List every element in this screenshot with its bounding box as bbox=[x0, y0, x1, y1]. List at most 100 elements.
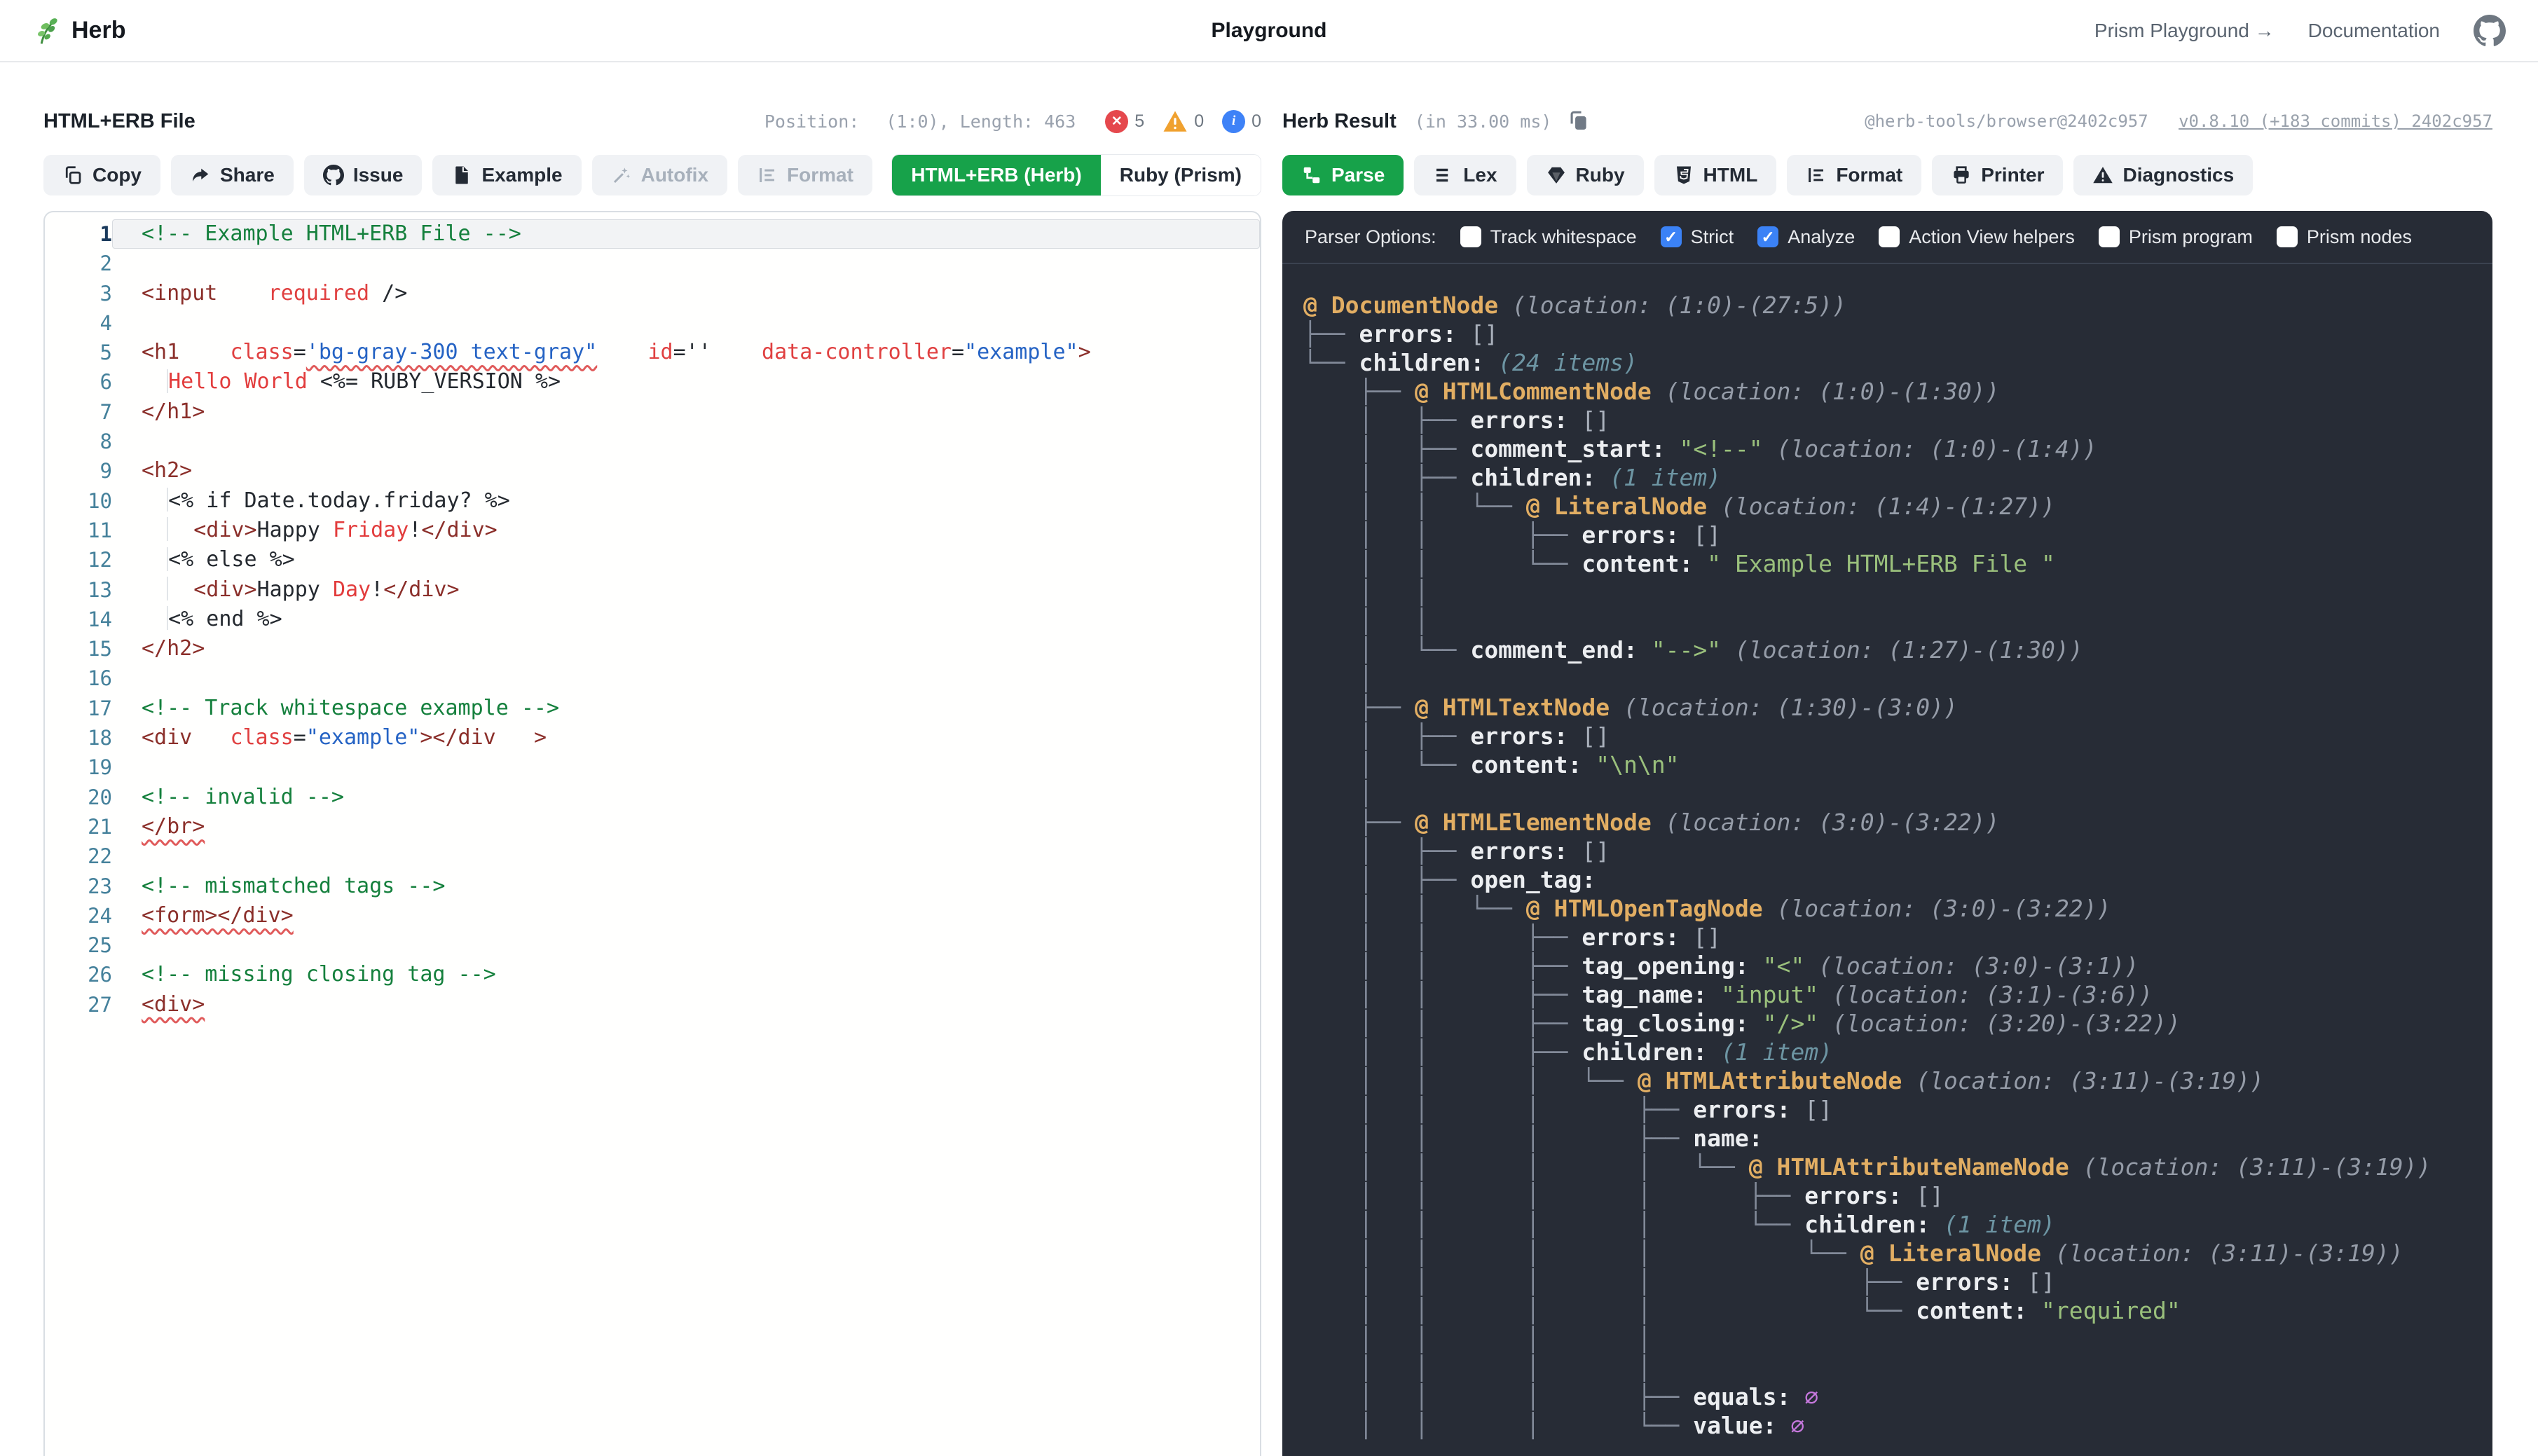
checkbox-icon[interactable] bbox=[2277, 226, 2298, 247]
tree-line: ├── @ HTMLTextNode (location: (1:30)-(3:… bbox=[1303, 693, 2492, 722]
copy-result-icon[interactable] bbox=[1567, 109, 1591, 133]
parse-button[interactable]: Parse bbox=[1282, 155, 1404, 195]
option-analyze[interactable]: Analyze bbox=[1757, 226, 1855, 248]
version-link[interactable]: v0.8.10 (+183 commits) 2402c957 bbox=[2179, 111, 2492, 131]
autofix-button[interactable]: Autofix bbox=[592, 155, 727, 195]
option-label: Strict bbox=[1691, 226, 1734, 248]
format-icon bbox=[1806, 165, 1827, 186]
info-count: 0 bbox=[1251, 111, 1261, 132]
tree-line: │ │ │ └── value: ∅ bbox=[1303, 1411, 2492, 1440]
format-button-label: Format bbox=[787, 164, 853, 186]
tree-line: │ │ ├── tag_opening: "<" (location: (3:0… bbox=[1303, 952, 2492, 980]
checkbox-icon[interactable] bbox=[1757, 226, 1778, 247]
code-line bbox=[112, 753, 1260, 782]
info-icon: i bbox=[1222, 110, 1245, 133]
lex-button[interactable]: Lex bbox=[1414, 155, 1516, 195]
tree-line: │ ├── errors: [] bbox=[1303, 837, 2492, 865]
tree-line: ├── errors: [] bbox=[1303, 320, 2492, 348]
option-label: Prism nodes bbox=[2307, 226, 2412, 248]
error-icon: ✕ bbox=[1105, 110, 1128, 133]
tree-line: ├── @ HTMLElementNode (location: (3:0)-(… bbox=[1303, 808, 2492, 837]
tree-line: │ │ │ │ └── children: (1 item) bbox=[1303, 1210, 2492, 1239]
code-line: <div>Happy Day!</div> bbox=[112, 575, 1260, 605]
github-icon bbox=[323, 165, 344, 186]
issue-button-label: Issue bbox=[353, 164, 404, 186]
html5-icon bbox=[1673, 165, 1694, 186]
tree-line: │ ├── errors: [] bbox=[1303, 722, 2492, 750]
parse-tree-icon bbox=[1301, 165, 1322, 186]
result-format-button[interactable]: Format bbox=[1787, 155, 1921, 195]
code-line: <!-- mismatched tags --> bbox=[112, 872, 1260, 901]
editor-code[interactable]: <!-- Example HTML+ERB File --> <input re… bbox=[112, 219, 1260, 1019]
code-editor[interactable]: 1234567891011121314151617181920212223242… bbox=[43, 211, 1261, 1456]
code-line: <!-- invalid --> bbox=[112, 783, 1260, 812]
checkbox-icon[interactable] bbox=[1460, 226, 1481, 247]
printer-icon bbox=[1951, 165, 1972, 186]
gem-icon bbox=[1546, 165, 1567, 186]
list-icon bbox=[1433, 165, 1454, 186]
ruby-button-label: Ruby bbox=[1576, 164, 1625, 186]
checkbox-icon[interactable] bbox=[1879, 226, 1900, 247]
code-line: <h1 class='bg-gray-300 text-gray" id='' … bbox=[112, 338, 1260, 367]
tab-ruby-prism[interactable]: Ruby (Prism) bbox=[1101, 155, 1261, 195]
diagnostics-button[interactable]: Diagnostics bbox=[2073, 155, 2253, 195]
ruby-button[interactable]: Ruby bbox=[1527, 155, 1644, 195]
editor-body: 1234567891011121314151617181920212223242… bbox=[45, 219, 1260, 1019]
position-value: (1:0), Length: 463 bbox=[886, 111, 1076, 132]
warning-icon bbox=[2092, 165, 2113, 186]
copy-button[interactable]: Copy bbox=[43, 155, 160, 195]
code-line: <!-- missing closing tag --> bbox=[112, 960, 1260, 989]
error-badge: ✕ 5 bbox=[1105, 110, 1144, 133]
tree-line: │ │ │ │ └── content: "required" bbox=[1303, 1296, 2492, 1325]
format-button[interactable]: Format bbox=[738, 155, 872, 195]
code-line bbox=[112, 308, 1260, 338]
checkbox-icon[interactable] bbox=[1661, 226, 1682, 247]
option-prism-program[interactable]: Prism program bbox=[2099, 226, 2253, 248]
github-icon[interactable] bbox=[2474, 15, 2506, 47]
code-line bbox=[112, 664, 1260, 693]
nav-documentation[interactable]: Documentation bbox=[2308, 20, 2440, 42]
error-count: 5 bbox=[1134, 111, 1144, 132]
main: HTML+ERB File Position: (1:0), Length: 4… bbox=[0, 62, 2538, 1456]
format-icon bbox=[757, 165, 778, 186]
tree-line: │ └── content: "\n\n" bbox=[1303, 750, 2492, 779]
source-title: HTML+ERB File bbox=[43, 110, 196, 133]
issue-button[interactable]: Issue bbox=[304, 155, 423, 195]
tree-line: │ │ │ │ bbox=[1303, 1354, 2492, 1382]
share-icon bbox=[190, 165, 211, 186]
tree-line: │ bbox=[1303, 664, 2492, 693]
ast-tree-output[interactable]: @ DocumentNode (location: (1:0)-(27:5))├… bbox=[1282, 264, 2492, 1456]
tab-ruby-prism-label: Ruby (Prism) bbox=[1120, 164, 1242, 186]
tab-html-erb-herb[interactable]: HTML+ERB (Herb) bbox=[892, 155, 1100, 195]
source-tab-group: HTML+ERB (Herb) Ruby (Prism) bbox=[891, 154, 1261, 196]
tree-line: │ ├── comment_start: "<!--" (location: (… bbox=[1303, 434, 2492, 463]
option-track-whitespace[interactable]: Track whitespace bbox=[1460, 226, 1637, 248]
code-line: Hello World <%= RUBY_VERSION %> bbox=[112, 367, 1260, 397]
code-line: </br> bbox=[112, 812, 1260, 842]
tree-line: │ ├── children: (1 item) bbox=[1303, 463, 2492, 492]
option-action-view-helpers[interactable]: Action View helpers bbox=[1879, 226, 2075, 248]
tree-line: │ │ │ │ └── @ HTMLAttributeNameNode (loc… bbox=[1303, 1153, 2492, 1181]
autofix-button-label: Autofix bbox=[641, 164, 708, 186]
brand-label: Herb bbox=[71, 17, 125, 44]
code-line: <!-- Example HTML+ERB File --> bbox=[112, 219, 1260, 249]
checkbox-icon[interactable] bbox=[2099, 226, 2120, 247]
html-button[interactable]: HTML bbox=[1654, 155, 1777, 195]
tree-line: │ │ ├── tag_closing: "/>" (location: (3:… bbox=[1303, 1009, 2492, 1038]
share-button[interactable]: Share bbox=[171, 155, 294, 195]
brand: Herb bbox=[32, 16, 125, 46]
code-line: <h2> bbox=[112, 456, 1260, 486]
tree-line: ├── @ HTMLCommentNode (location: (1:0)-(… bbox=[1303, 377, 2492, 406]
html-button-label: HTML bbox=[1703, 164, 1758, 186]
code-line: <input required /> bbox=[112, 279, 1260, 308]
diagnostic-badges: ✕ 5 0 i 0 bbox=[1105, 110, 1261, 133]
example-button-label: Example bbox=[481, 164, 562, 186]
nav-prism-playground[interactable]: Prism Playground → bbox=[2094, 20, 2275, 42]
example-button[interactable]: Example bbox=[432, 155, 581, 195]
tree-line: │ │ │ ├── errors: [] bbox=[1303, 1095, 2492, 1124]
option-strict[interactable]: Strict bbox=[1661, 226, 1734, 248]
option-prism-nodes[interactable]: Prism nodes bbox=[2277, 226, 2412, 248]
version-info: @herb-tools/browser@2402c957 v0.8.10 (+1… bbox=[1865, 111, 2492, 131]
page-title: Playground bbox=[1211, 19, 1326, 43]
printer-button[interactable]: Printer bbox=[1932, 155, 2063, 195]
